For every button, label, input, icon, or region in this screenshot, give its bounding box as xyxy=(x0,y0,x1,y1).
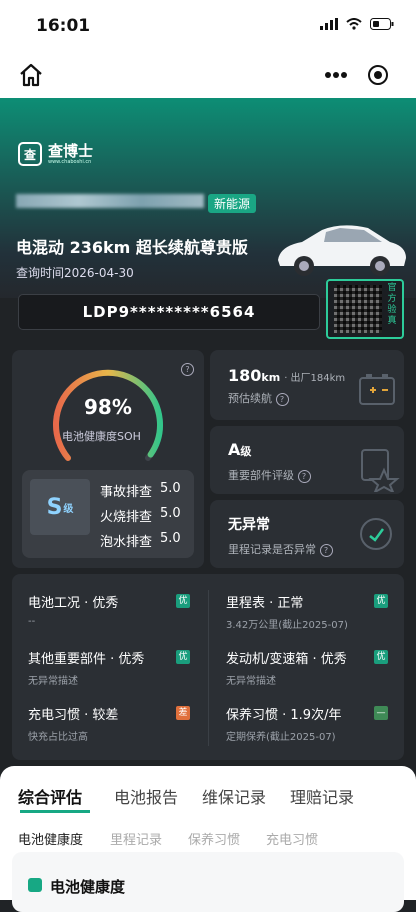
active-tab-indicator xyxy=(20,810,90,813)
parts-grade-unit: 级 xyxy=(240,445,252,458)
summary-sub: 快充占比过高 xyxy=(28,732,88,743)
range-value: 180 xyxy=(228,366,262,385)
check-value: 5.0 xyxy=(160,531,181,546)
subtab-battery-health[interactable]: 电池健康度 xyxy=(18,829,83,848)
parts-help-icon[interactable]: ? xyxy=(297,469,311,483)
subtab-maintenance-habit[interactable]: 保养习惯 xyxy=(188,829,240,848)
parts-star-icon xyxy=(361,449,400,492)
summary-badge: 优 xyxy=(374,594,388,608)
summary-sub: 无异常描述 xyxy=(28,676,78,687)
battery-health-icon xyxy=(28,878,42,892)
check-value: 5.0 xyxy=(160,506,181,521)
check-accident: 事故排查 5.0 xyxy=(100,481,181,500)
check-flood: 泡水排查 5.0 xyxy=(100,531,181,550)
brand-logo: 查 查博士 www.chaboshi.cn xyxy=(18,142,93,166)
status-icons xyxy=(320,18,394,30)
range-label: 预估续航 xyxy=(228,392,272,405)
subtab-mileage[interactable]: 里程记录 xyxy=(110,829,162,848)
check-value: 5.0 xyxy=(160,481,181,496)
range-label-line: 预估续航 ? xyxy=(228,390,289,406)
logo-mark-icon: 查 xyxy=(18,142,42,166)
close-miniapp-icon[interactable] xyxy=(367,64,389,86)
tab-maintenance[interactable]: 维保记录 xyxy=(202,784,266,808)
verify-qr-code[interactable]: 官方验真 xyxy=(326,279,404,339)
vin-display: LDP9*********6564 xyxy=(18,294,320,330)
summary-title: 其他重要部件 · 优秀 xyxy=(28,652,145,667)
summary-title: 电池工况 · 优秀 xyxy=(28,596,119,611)
range-unit: km xyxy=(261,371,281,384)
subtab-charging-habit[interactable]: 充电习惯 xyxy=(266,829,318,848)
parts-label-line: 重要部件评级 ? xyxy=(228,467,311,483)
mileage-help-icon[interactable]: ? xyxy=(319,543,333,557)
summary-badge: 优 xyxy=(176,650,190,664)
summary-sub: 3.42万公里(截止2025-07) xyxy=(226,620,348,631)
check-fire: 火烧排查 5.0 xyxy=(100,506,181,525)
mileage-label: 里程记录是否异常 xyxy=(228,543,316,556)
vehicle-model: 电混动 236km 超长续航尊贵版 xyxy=(16,238,248,257)
query-time: 查询时间2026-04-30 xyxy=(16,266,134,280)
battery-health-section: 电池健康度 xyxy=(12,852,404,912)
summary-sub: 无异常描述 xyxy=(226,676,276,687)
tab-claims[interactable]: 理赔记录 xyxy=(290,784,354,808)
parts-label: 重要部件评级 xyxy=(228,469,294,482)
miniapp-capsule xyxy=(314,60,398,90)
parts-grade: A xyxy=(228,440,241,459)
battery-icon xyxy=(370,18,394,30)
qr-code-icon xyxy=(334,285,382,333)
logo-text: 查博士 xyxy=(48,141,94,160)
signal-icon xyxy=(320,18,338,30)
summary-title: 发动机/变速箱 · 优秀 xyxy=(226,652,347,667)
battery-outline-icon xyxy=(359,374,395,405)
summary-badge: — xyxy=(374,706,388,720)
report-header: 查 查博士 www.chaboshi.cn 新能源 电混动 236km 超长续航… xyxy=(0,98,416,298)
tab-overview[interactable]: 综合评估 xyxy=(18,784,82,808)
more-icon[interactable] xyxy=(324,71,348,79)
speedometer-icon xyxy=(360,518,392,550)
battery-grade-value: S xyxy=(46,494,63,520)
status-bar: 16:01 xyxy=(0,0,416,52)
car-illustration xyxy=(278,225,406,276)
summary-badge: 优 xyxy=(374,650,388,664)
summary-badge: 差 xyxy=(176,706,190,720)
summary-sub: -- xyxy=(28,616,36,627)
redacted-vehicle-name xyxy=(16,194,204,208)
summary-title: 充电习惯 · 较差 xyxy=(28,708,119,723)
battery-grade: S级 xyxy=(30,479,90,535)
wifi-icon xyxy=(346,18,362,30)
summary-title: 保养习惯 · 1.9次/年 xyxy=(226,708,342,723)
check-label: 泡水排查 xyxy=(100,535,153,550)
battery-grade-unit: 级 xyxy=(63,503,74,515)
range-factory: · 出厂184km xyxy=(284,373,346,384)
check-label: 事故排查 xyxy=(100,485,153,500)
new-energy-tag: 新能源 xyxy=(208,194,257,213)
mileage-status: 无异常 xyxy=(228,517,270,533)
status-time: 16:01 xyxy=(36,16,91,36)
summary-title: 里程表 · 正常 xyxy=(226,596,304,611)
home-icon[interactable] xyxy=(18,62,44,88)
summary-badge: 优 xyxy=(176,594,190,608)
qr-label: 官方验真 xyxy=(387,283,397,326)
range-help-icon[interactable]: ? xyxy=(275,392,289,406)
soh-label: 电池健康度SOH xyxy=(62,430,141,443)
logo-site: www.chaboshi.cn xyxy=(48,158,92,165)
nav-bar xyxy=(0,52,416,98)
section-title: 电池健康度 xyxy=(50,878,126,896)
summary-divider xyxy=(208,590,209,746)
tab-battery-report[interactable]: 电池报告 xyxy=(114,784,178,808)
soh-help-icon[interactable]: ? xyxy=(181,363,194,376)
parts-grade-line: A级 xyxy=(228,440,251,459)
summary-sub: 定期保养(截止2025-07) xyxy=(226,732,336,743)
soh-value: 98% xyxy=(84,395,132,419)
range-value-line: 180km · 出厂184km xyxy=(228,366,345,385)
mileage-label-line: 里程记录是否异常 ? xyxy=(228,541,333,557)
check-label: 火烧排查 xyxy=(100,510,153,525)
